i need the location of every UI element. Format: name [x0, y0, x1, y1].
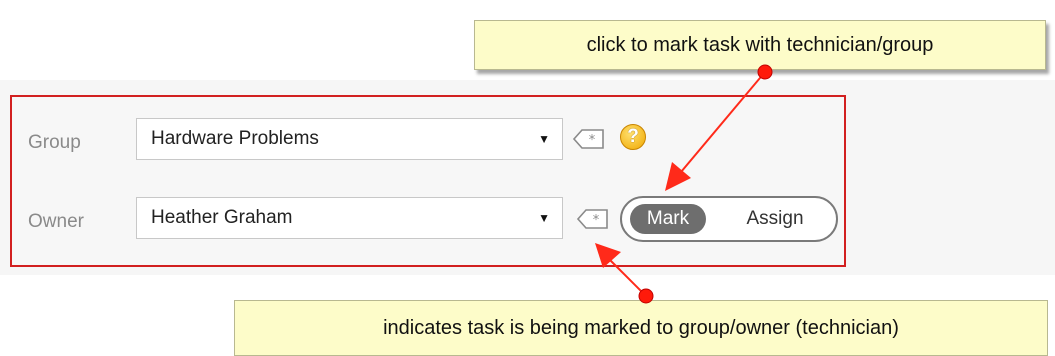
- group-select[interactable]: Hardware Problems ▼: [136, 118, 563, 160]
- svg-text:*: *: [593, 213, 600, 228]
- owner-label: Owner: [28, 211, 84, 232]
- top-callout: click to mark task with technician/group: [474, 20, 1046, 70]
- chevron-down-icon: ▼: [538, 211, 550, 225]
- help-icon[interactable]: ?: [620, 124, 646, 150]
- mark-button[interactable]: Mark: [630, 204, 706, 234]
- svg-text:*: *: [589, 133, 596, 148]
- clear-field-icon[interactable]: *: [572, 128, 606, 150]
- owner-select-value: Heather Graham: [151, 207, 293, 228]
- mark-assign-toggle: Mark Assign: [620, 196, 838, 242]
- assign-button[interactable]: Assign: [730, 204, 820, 234]
- group-label: Group: [28, 132, 81, 153]
- group-select-value: Hardware Problems: [151, 128, 319, 149]
- chevron-down-icon: ▼: [538, 132, 550, 146]
- owner-select[interactable]: Heather Graham ▼: [136, 197, 563, 239]
- clear-field-icon[interactable]: *: [576, 208, 610, 230]
- bottom-callout: indicates task is being marked to group/…: [234, 300, 1048, 356]
